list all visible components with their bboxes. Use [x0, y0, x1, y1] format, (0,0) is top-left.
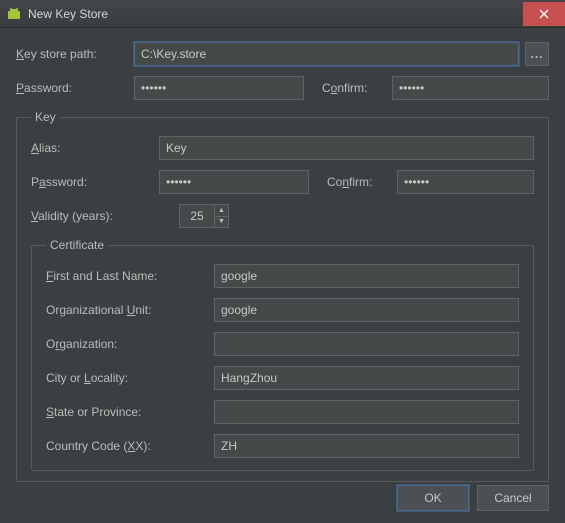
keystore-path-label: Key store path:	[16, 47, 134, 61]
ou-input[interactable]	[214, 298, 519, 322]
password-input[interactable]	[134, 76, 304, 100]
certificate-legend: Certificate	[46, 238, 108, 252]
keystore-path-input[interactable]	[134, 42, 519, 66]
browse-button[interactable]: ...	[525, 42, 549, 66]
spinner-down-icon[interactable]: ▼	[215, 217, 228, 228]
state-label: State or Province:	[46, 405, 214, 419]
close-button[interactable]	[523, 2, 565, 26]
spinner-up-icon[interactable]: ▲	[215, 205, 228, 217]
cancel-button[interactable]: Cancel	[477, 485, 549, 511]
alias-label: Alias:	[31, 141, 159, 155]
key-legend: Key	[31, 110, 60, 124]
title-bar: New Key Store	[0, 0, 565, 28]
ok-button[interactable]: OK	[397, 485, 469, 511]
confirm-input[interactable]	[392, 76, 549, 100]
key-confirm-label: Confirm:	[327, 175, 397, 189]
first-last-input[interactable]	[214, 264, 519, 288]
key-fieldset: Key Alias: Password: Confirm: Validity (…	[16, 110, 549, 482]
country-input[interactable]	[214, 434, 519, 458]
password-label: Password:	[16, 81, 134, 95]
ellipsis-icon: ...	[530, 47, 543, 61]
key-password-input[interactable]	[159, 170, 309, 194]
window-title: New Key Store	[28, 7, 523, 21]
country-label: Country Code (XX):	[46, 439, 214, 453]
org-input[interactable]	[214, 332, 519, 356]
ou-label: Organizational Unit:	[46, 303, 214, 317]
certificate-fieldset: Certificate First and Last Name: Organiz…	[31, 238, 534, 471]
key-confirm-input[interactable]	[397, 170, 534, 194]
state-input[interactable]	[214, 400, 519, 424]
city-label: City or Locality:	[46, 371, 214, 385]
city-input[interactable]	[214, 366, 519, 390]
key-password-label: Password:	[31, 175, 159, 189]
validity-input[interactable]	[180, 205, 214, 227]
confirm-label: Confirm:	[322, 81, 392, 95]
close-icon	[539, 9, 549, 19]
first-last-label: First and Last Name:	[46, 269, 214, 283]
validity-spinner[interactable]: ▲ ▼	[179, 204, 229, 228]
alias-input[interactable]	[159, 136, 534, 160]
validity-label: Validity (years):	[31, 209, 179, 223]
org-label: Organization:	[46, 337, 214, 351]
app-icon	[6, 6, 22, 22]
